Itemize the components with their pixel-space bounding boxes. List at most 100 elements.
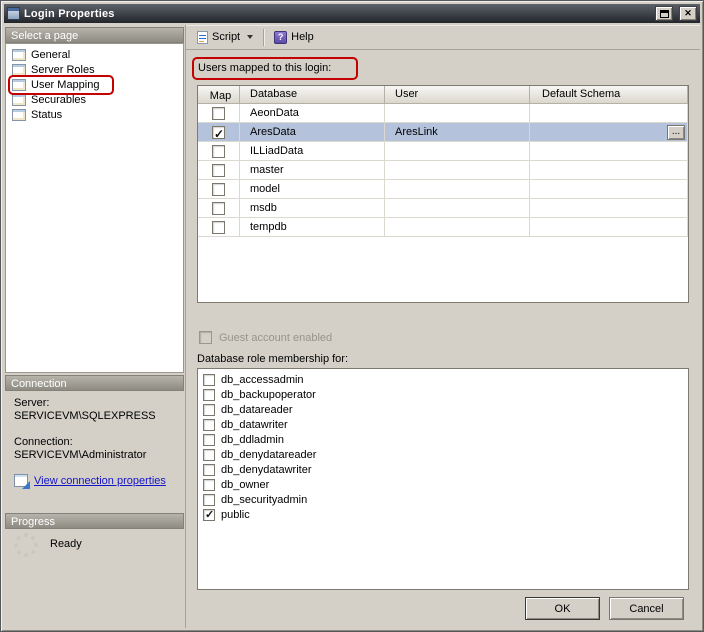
role-label: db_accessadmin — [221, 374, 304, 386]
role-checkbox[interactable] — [203, 509, 215, 521]
default-schema-cell[interactable] — [530, 180, 688, 199]
page-icon — [12, 64, 26, 76]
browse-default-schema-button[interactable]: ... — [667, 125, 685, 140]
map-checkbox[interactable] — [212, 145, 225, 158]
table-row[interactable]: master — [198, 161, 688, 180]
connection-header: Connection — [5, 375, 184, 391]
sidebar-item-general[interactable]: General — [6, 47, 183, 62]
database-cell[interactable]: AeonData — [240, 104, 385, 123]
role-label: db_datawriter — [221, 419, 288, 431]
progress-area: Ready — [14, 531, 82, 557]
role-item[interactable]: db_ddladmin — [201, 432, 688, 447]
page-list: General Server Roles User Mapping Secura… — [5, 43, 184, 373]
table-row[interactable]: AresData AresLink ... — [198, 123, 688, 142]
user-cell[interactable] — [385, 199, 530, 218]
map-checkbox[interactable] — [212, 107, 225, 120]
column-header-map: Map — [198, 86, 240, 104]
script-dropdown-arrow-icon[interactable] — [247, 35, 253, 39]
role-item[interactable]: db_datareader — [201, 402, 688, 417]
role-item[interactable]: db_datawriter — [201, 417, 688, 432]
ok-button[interactable]: OK — [525, 597, 600, 620]
view-connection-properties-link[interactable]: View connection properties — [34, 475, 166, 487]
user-cell[interactable] — [385, 161, 530, 180]
default-schema-cell[interactable] — [530, 104, 688, 123]
map-cell[interactable] — [198, 199, 240, 218]
map-checkbox[interactable] — [212, 221, 225, 234]
sidebar-item-securables[interactable]: Securables — [6, 92, 183, 107]
table-row[interactable]: ILLiadData — [198, 142, 688, 161]
database-cell[interactable]: master — [240, 161, 385, 180]
titlebar[interactable]: Login Properties ✕ — [4, 4, 700, 23]
role-label: db_owner — [221, 479, 269, 491]
map-cell[interactable] — [198, 218, 240, 237]
toolbar-separator — [263, 29, 264, 46]
role-checkbox[interactable] — [203, 374, 215, 386]
sidebar-item-user-mapping[interactable]: User Mapping — [6, 77, 183, 92]
map-cell[interactable] — [198, 161, 240, 180]
map-checkbox[interactable] — [212, 202, 225, 215]
role-label: db_denydatareader — [221, 449, 316, 461]
map-checkbox[interactable] — [212, 164, 225, 177]
close-button[interactable]: ✕ — [679, 6, 697, 21]
role-item[interactable]: db_denydatareader — [201, 447, 688, 462]
script-button[interactable]: Script — [191, 27, 259, 48]
database-cell[interactable]: tempdb — [240, 218, 385, 237]
user-cell[interactable] — [385, 218, 530, 237]
role-label: public — [221, 509, 250, 521]
role-checkbox[interactable] — [203, 389, 215, 401]
role-checkbox[interactable] — [203, 494, 215, 506]
user-cell[interactable] — [385, 142, 530, 161]
table-row[interactable]: model — [198, 180, 688, 199]
default-schema-cell[interactable] — [530, 161, 688, 180]
default-schema-cell[interactable]: ... — [530, 123, 688, 142]
column-header-user: User — [385, 86, 530, 104]
restore-button[interactable] — [655, 6, 673, 21]
sidebar-item-server-roles[interactable]: Server Roles — [6, 62, 183, 77]
role-label: db_securityadmin — [221, 494, 307, 506]
connection-label: Connection: — [14, 436, 180, 448]
user-cell[interactable]: AresLink — [385, 123, 530, 142]
default-schema-cell[interactable] — [530, 199, 688, 218]
table-row[interactable]: tempdb — [198, 218, 688, 237]
page-icon — [12, 94, 26, 106]
guest-account-label: Guest account enabled — [219, 332, 332, 344]
role-checkbox[interactable] — [203, 479, 215, 491]
role-checkbox[interactable] — [203, 449, 215, 461]
cancel-button[interactable]: Cancel — [609, 597, 684, 620]
map-checkbox[interactable] — [212, 183, 225, 196]
role-checkbox[interactable] — [203, 434, 215, 446]
map-checkbox[interactable] — [212, 126, 225, 139]
sidebar-item-label: Securables — [31, 94, 86, 106]
database-cell[interactable]: model — [240, 180, 385, 199]
role-item[interactable]: db_denydatawriter — [201, 462, 688, 477]
default-schema-cell[interactable] — [530, 218, 688, 237]
map-cell[interactable] — [198, 123, 240, 142]
user-cell[interactable] — [385, 104, 530, 123]
default-schema-cell[interactable] — [530, 142, 688, 161]
role-label: db_denydatawriter — [221, 464, 312, 476]
table-row[interactable]: AeonData — [198, 104, 688, 123]
role-checkbox[interactable] — [203, 464, 215, 476]
role-item[interactable]: db_owner — [201, 477, 688, 492]
table-row[interactable]: msdb — [198, 199, 688, 218]
map-cell[interactable] — [198, 180, 240, 199]
users-mapped-label: Users mapped to this login: — [198, 62, 331, 74]
map-cell[interactable] — [198, 142, 240, 161]
role-label: db_backupoperator — [221, 389, 316, 401]
role-item[interactable]: db_backupoperator — [201, 387, 688, 402]
role-item[interactable]: db_securityadmin — [201, 492, 688, 507]
help-button[interactable]: ? Help — [268, 27, 320, 48]
sidebar-item-status[interactable]: Status — [6, 107, 183, 122]
role-item[interactable]: db_accessadmin — [201, 372, 688, 387]
role-checkbox[interactable] — [203, 419, 215, 431]
role-checkbox[interactable] — [203, 404, 215, 416]
map-cell[interactable] — [198, 104, 240, 123]
database-cell[interactable]: ILLiadData — [240, 142, 385, 161]
user-cell[interactable] — [385, 180, 530, 199]
sidebar-item-label: Status — [31, 109, 62, 121]
sidebar: Select a page General Server Roles User … — [4, 25, 185, 628]
database-cell[interactable]: msdb — [240, 199, 385, 218]
login-properties-window: Login Properties ✕ Select a page General… — [0, 0, 704, 632]
database-cell[interactable]: AresData — [240, 123, 385, 142]
role-item[interactable]: public — [201, 507, 688, 522]
